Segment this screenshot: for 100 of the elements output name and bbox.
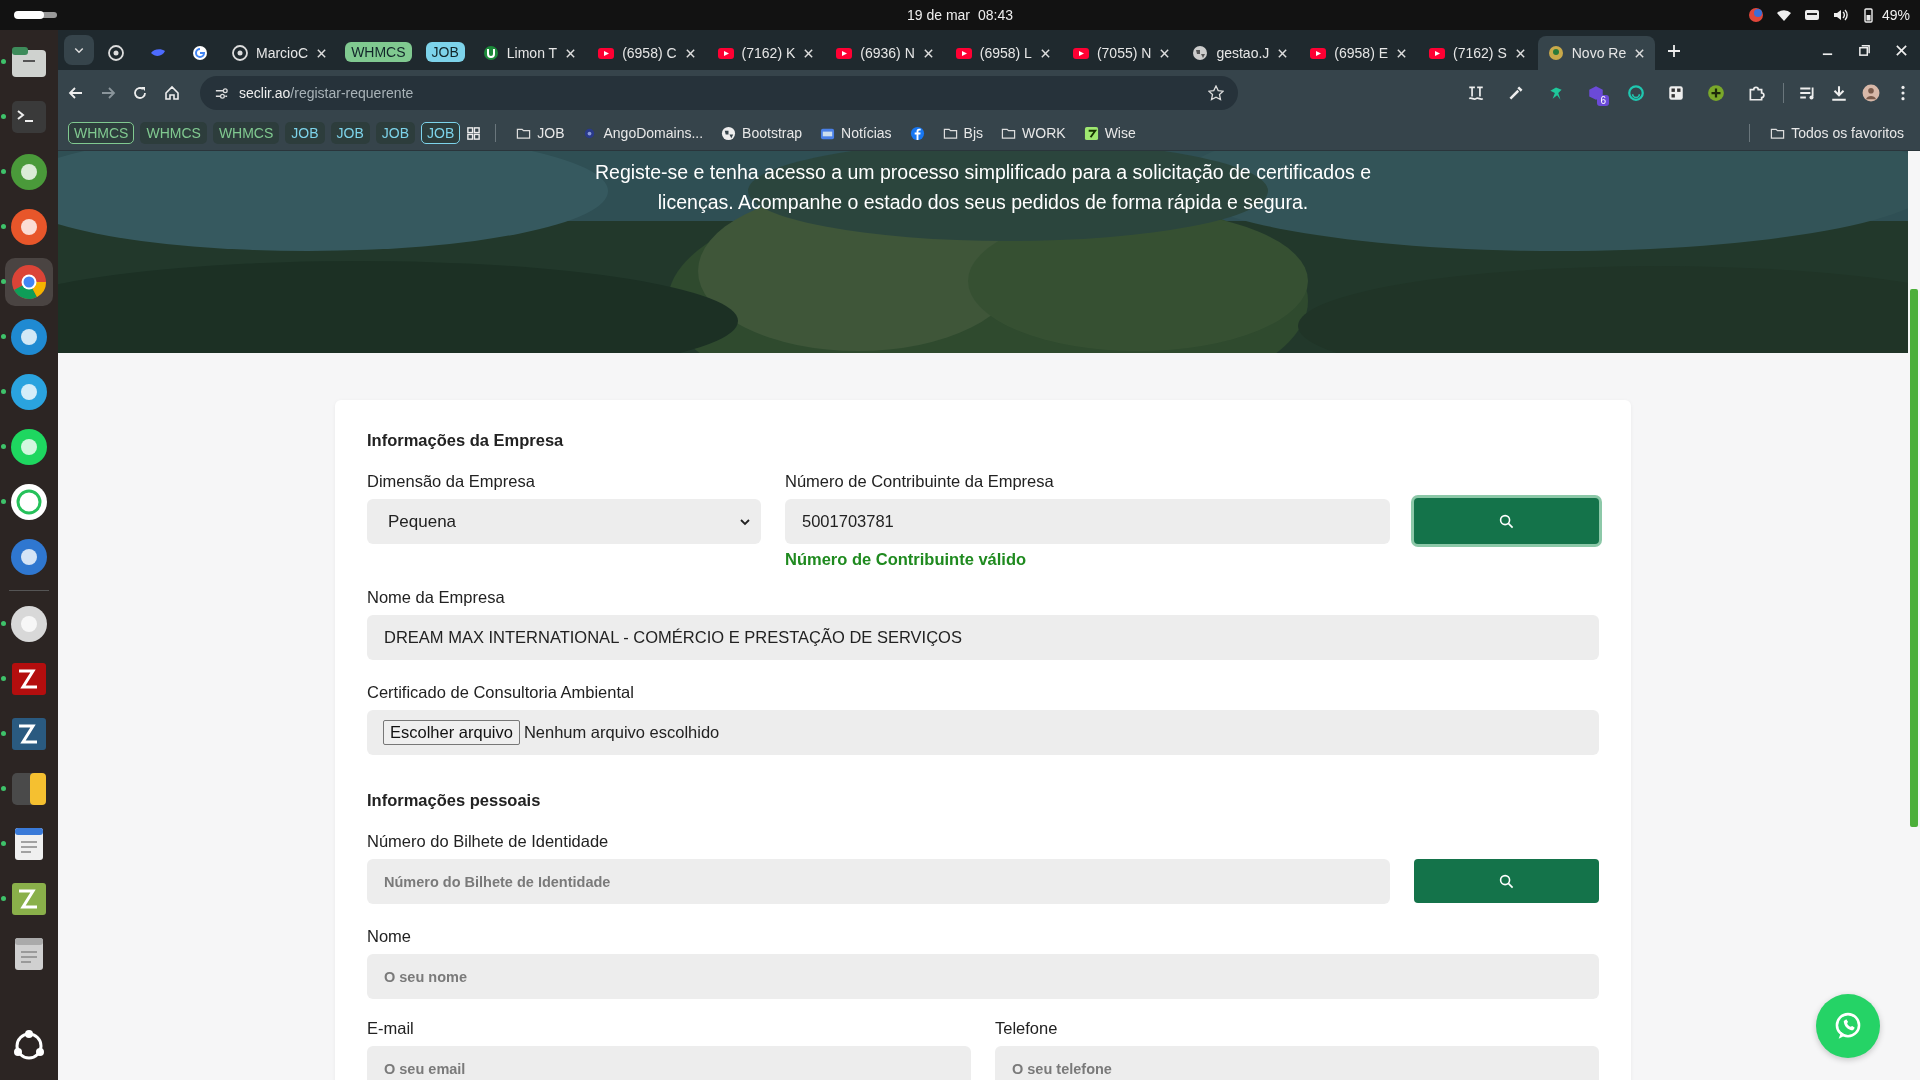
browser-tab[interactable]: (6958) C (588, 36, 706, 70)
close-icon[interactable] (1634, 47, 1646, 59)
tab-group-chip[interactable]: JOB (425, 42, 465, 62)
close-icon[interactable] (1396, 47, 1408, 59)
close-icon[interactable] (1159, 47, 1171, 59)
bookmark-item[interactable]: JOB (510, 125, 571, 141)
close-icon[interactable] (316, 47, 328, 59)
close-icon[interactable] (684, 47, 696, 59)
choose-file-button[interactable]: Escolher arquivo (383, 720, 520, 745)
tab-title: (6936) N (860, 45, 915, 61)
back-icon[interactable] (68, 85, 84, 101)
bookmark-item[interactable]: Wise (1077, 125, 1142, 141)
bookmark-group-chip[interactable]: JOB (421, 122, 461, 144)
apps-grid-icon[interactable] (466, 125, 482, 141)
wifi-icon[interactable] (1775, 7, 1792, 23)
tab-title: MarcioC (256, 45, 309, 61)
bookmark-item[interactable]: Bootstrap (715, 125, 809, 141)
tab-title: Limon T (506, 45, 558, 61)
bookmark-item[interactable]: Bjs (936, 125, 990, 141)
hero-description: Registe-se e tenha acesso a um processo simplificado para a solicitação de certificados e licenças. Acompanhe o estado dos seus pedidos de forma rápida e segura. (593, 160, 1373, 215)
favicon-icon (1547, 45, 1564, 61)
bookmark-group-chip[interactable]: WHMCS (68, 122, 135, 144)
all-bookmarks-folder[interactable]: Todos os favoritos (1764, 125, 1910, 141)
bookmark-group-chip[interactable]: JOB (285, 122, 325, 144)
tab-title: gestao.J (1216, 45, 1270, 61)
close-icon[interactable] (1039, 47, 1051, 59)
profile-avatar-icon[interactable] (1862, 84, 1880, 102)
favicon-icon (1429, 45, 1446, 61)
input-field[interactable]: 5001703781 (785, 499, 1390, 544)
extension-icon[interactable] (1467, 84, 1485, 102)
tab-group-chip[interactable]: WHMCS (345, 42, 412, 62)
bookmark-group-chip[interactable]: WHMCS (212, 122, 280, 144)
reload-icon[interactable] (132, 85, 148, 101)
browser-tab[interactable]: gestao.J (1182, 36, 1299, 70)
field-label: Número de Contribuinte da Empresa (785, 471, 1055, 491)
forward-icon[interactable] (100, 85, 116, 101)
close-icon[interactable] (803, 47, 815, 59)
field-label: Número do Bilhete de Identidade (367, 831, 610, 851)
home-icon[interactable] (164, 85, 180, 101)
extension-icon[interactable] (1507, 84, 1525, 102)
url-text: seclir.ao/registar-requerente (239, 85, 414, 101)
close-icon[interactable] (565, 47, 577, 59)
input-field[interactable]: Número do Bilhete de Identidade (367, 859, 1390, 904)
browser-tab[interactable]: Limon T (472, 36, 587, 70)
input-field[interactable]: O seu telefone (995, 1046, 1599, 1080)
section-title: Informações da Empresa (367, 430, 565, 451)
time-text: 08:43 (978, 7, 1014, 23)
browser-tab[interactable]: (6936) N (826, 36, 944, 70)
favicon-icon (232, 45, 248, 61)
browser-tab[interactable]: (6958) L (945, 36, 1061, 70)
extension-icon[interactable] (1747, 84, 1765, 102)
bookmark-star-icon[interactable] (1208, 85, 1224, 101)
close-icon[interactable] (1895, 44, 1908, 57)
extension-badge: 6 (1597, 95, 1609, 106)
restore-icon[interactable] (1858, 44, 1871, 57)
browser-tab[interactable]: (7055) N (1062, 36, 1181, 70)
media-queue-icon[interactable] (1798, 84, 1816, 102)
close-icon[interactable] (1514, 47, 1526, 59)
volume-icon[interactable] (1831, 7, 1848, 23)
browser-tab[interactable]: (6958) E (1300, 36, 1418, 70)
browser-tab[interactable]: (7162) S (1419, 36, 1536, 70)
battery-percentage: 49% (1881, 7, 1910, 23)
favicon-icon (192, 45, 208, 61)
company-size-select[interactable]: Pequena (367, 499, 761, 544)
close-icon[interactable] (922, 47, 934, 59)
bookmark-item[interactable]: WORK (995, 125, 1072, 141)
browser-tab[interactable]: MarcioC (222, 36, 338, 70)
favicon-icon (598, 45, 615, 61)
bookmark-group-chip[interactable]: JOB (330, 122, 370, 144)
input-field[interactable]: DREAM MAX INTERNATIONAL - COMÉRCIO E PRESTAÇÃO DE SERVIÇOS (367, 615, 1599, 660)
keyboard-icon[interactable] (1803, 7, 1820, 23)
browser-tab[interactable]: (7162) K (707, 36, 825, 70)
field-label: Nome da Empresa (367, 587, 506, 607)
date-text: 19 de mar (906, 7, 970, 23)
scrollbar-thumb[interactable] (1910, 289, 1918, 827)
tab-search-button[interactable] (64, 35, 94, 65)
favicon-icon (717, 45, 734, 61)
site-settings-icon[interactable] (214, 85, 229, 101)
new-tab-icon[interactable] (1667, 44, 1682, 58)
tab-title: (6958) E (1334, 45, 1389, 61)
address-bar[interactable]: seclir.ao/registar-requerente (200, 76, 1238, 110)
bookmark-item[interactable]: AngoDomains... (576, 125, 710, 141)
extension-icon[interactable] (1667, 84, 1685, 102)
file-input-field[interactable]: Escolher arquivo Nenhum arquivo escolhido (367, 710, 1599, 755)
tab-title: (6958) C (622, 45, 677, 61)
bookmark-group-chip[interactable]: JOB (375, 122, 415, 144)
favicon-icon (1072, 45, 1089, 61)
extension-icon[interactable] (1587, 84, 1605, 102)
extension-icon[interactable] (1707, 84, 1725, 102)
bookmark-item[interactable]: Notícias (814, 125, 898, 141)
input-field[interactable]: O seu email (367, 1046, 971, 1080)
extension-icon[interactable] (1627, 84, 1645, 102)
tab-title: (6958) L (979, 45, 1032, 61)
bookmark-group-chip[interactable]: WHMCS (140, 122, 207, 144)
field-label: Certificado de Consultoria Ambiental (367, 682, 635, 702)
status-icon[interactable] (1747, 7, 1764, 23)
close-icon[interactable] (1277, 47, 1289, 59)
download-icon[interactable] (1830, 84, 1848, 102)
input-field[interactable]: O seu nome (367, 954, 1599, 999)
browser-tab[interactable]: Novo Re (1537, 36, 1656, 70)
